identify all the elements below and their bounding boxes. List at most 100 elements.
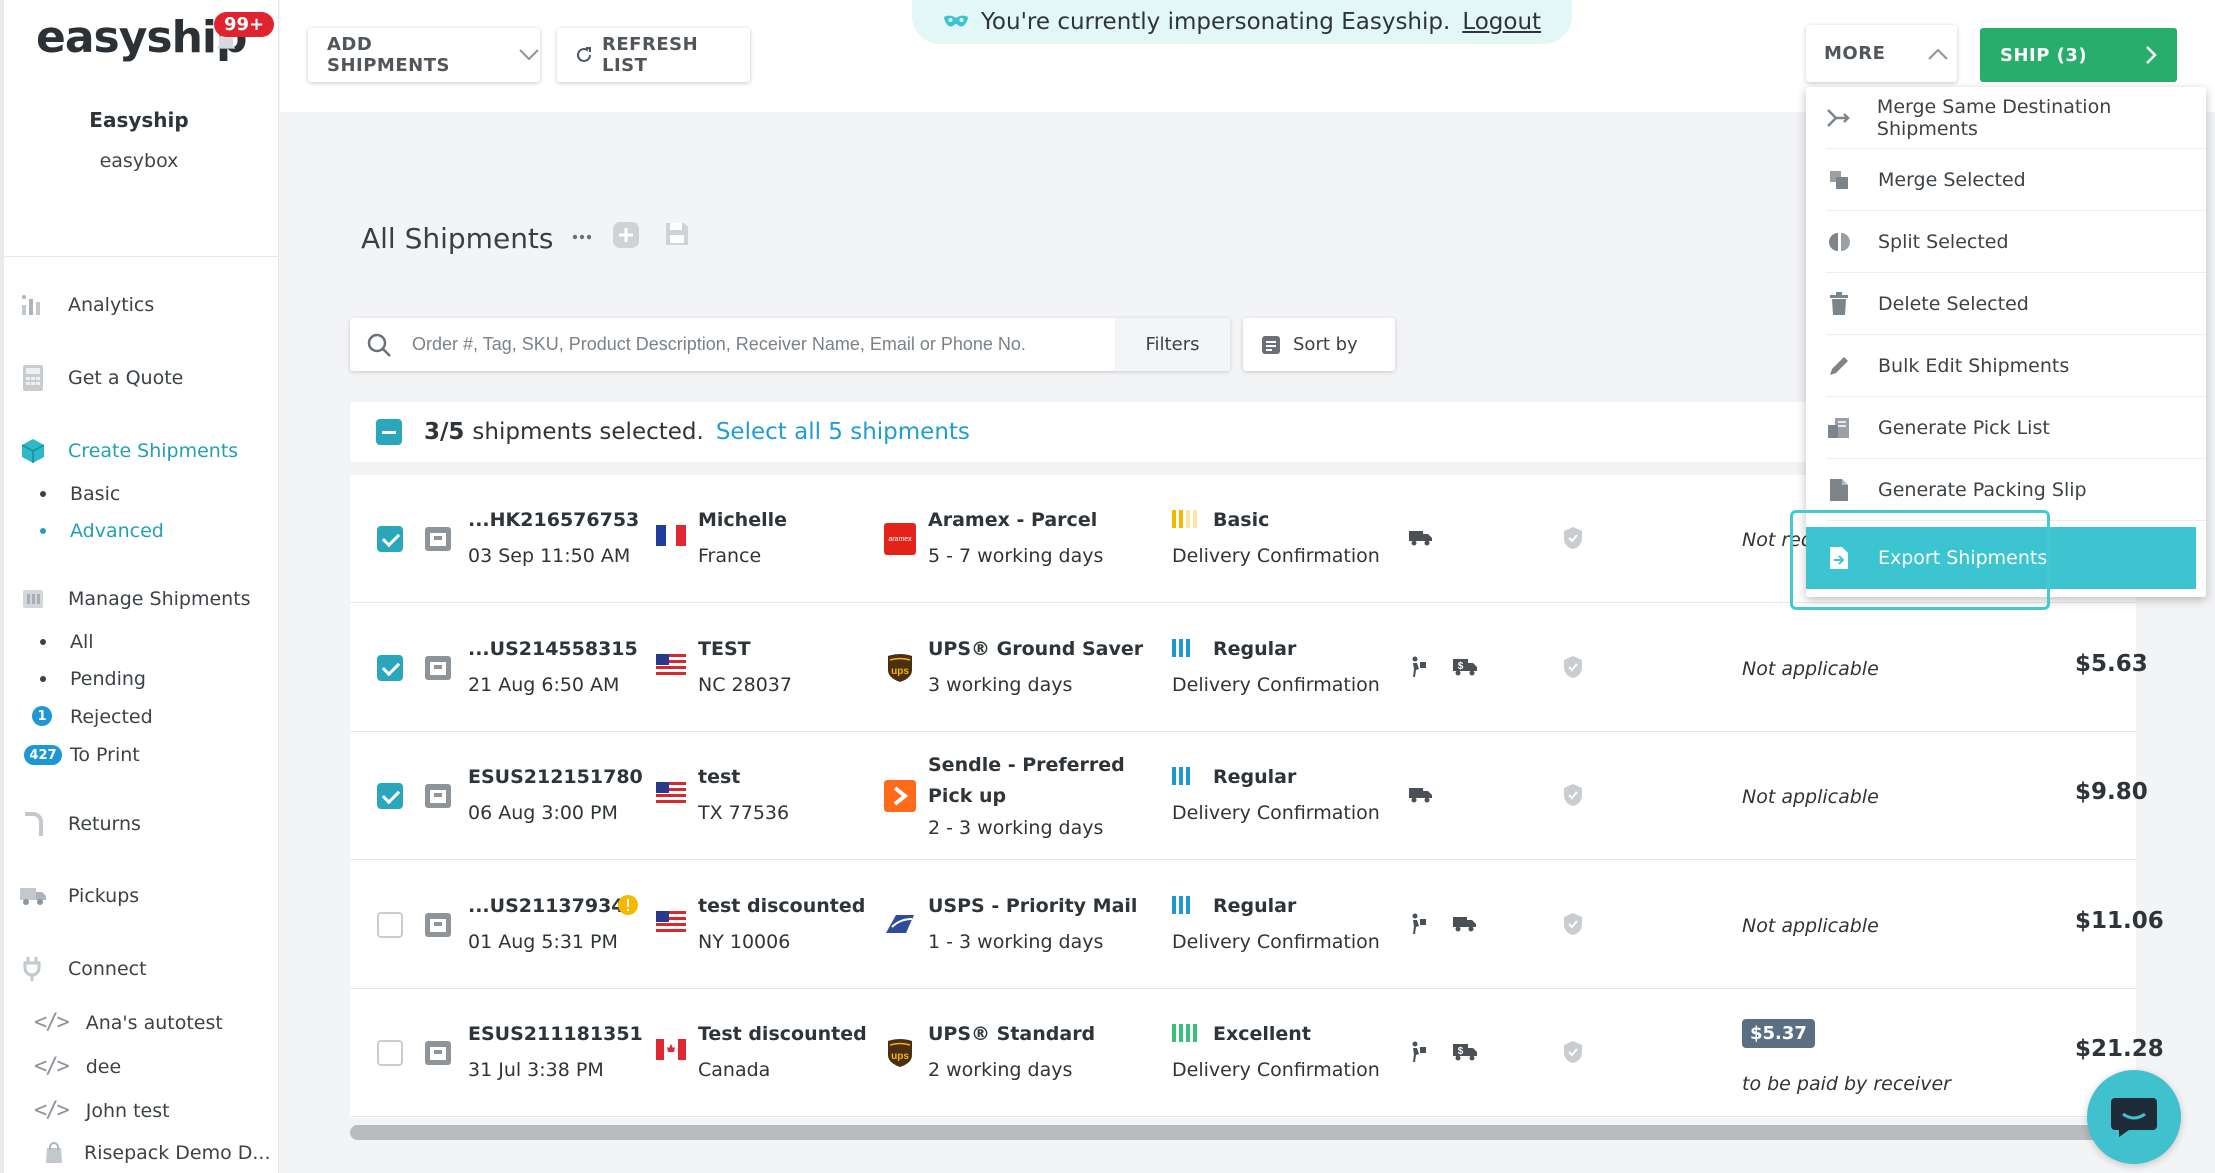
sidebar-sub-all[interactable]: All: [40, 631, 94, 653]
row-checkbox[interactable]: [377, 526, 403, 552]
deselect-all-checkbox[interactable]: [376, 419, 402, 445]
courier-name[interactable]: USPS - Priority Mail: [928, 895, 1137, 917]
menu-label: Split Selected: [1878, 231, 2009, 253]
add-view-icon[interactable]: [612, 221, 640, 249]
delivery-confirmation: Delivery Confirmation: [1172, 930, 1380, 953]
select-all-link[interactable]: Select all 5 shipments: [716, 419, 970, 445]
insurance-shield-icon[interactable]: [1562, 783, 1584, 807]
table-row[interactable]: ...US211379346 01 Aug 5:31 PM test discoun…: [350, 861, 2164, 989]
menu-generate-pick-list[interactable]: Generate Pick List: [1806, 397, 2206, 459]
ups-logo-icon: ups: [888, 1039, 912, 1067]
notification-badge[interactable]: 99+: [214, 12, 275, 37]
insurance-shield-icon[interactable]: [1562, 1040, 1584, 1064]
menu-merge-same-destination[interactable]: Merge Same Destination Shipments: [1806, 87, 2206, 149]
courier-name[interactable]: UPS® Ground Saver: [928, 638, 1143, 660]
transit-time: 1 - 3 working days: [928, 930, 1104, 953]
chevron-right-icon: [2145, 45, 2157, 65]
sidebar-sub-pending[interactable]: Pending: [40, 668, 146, 690]
sidebar-item-get-a-quote[interactable]: Get a Quote: [18, 363, 183, 393]
sidebar-item-manage-shipments[interactable]: Manage Shipments: [18, 584, 251, 614]
receiver-name: test discounted: [698, 894, 866, 917]
sort-by-button[interactable]: Sort by: [1243, 318, 1395, 371]
table-row[interactable]: ESUS212151780 06 Aug 3:00 PM test TX 77536 S…: [350, 732, 2148, 860]
connection-item[interactable]: </> John test: [34, 1098, 170, 1123]
connection-item[interactable]: </> Ana's autotest: [34, 1010, 223, 1035]
svg-text:ups: ups: [891, 1051, 909, 1062]
connection-item[interactable]: </> dee: [34, 1054, 121, 1079]
insurance-shield-icon[interactable]: [1562, 912, 1584, 936]
add-shipments-label: ADD SHIPMENTS: [327, 34, 450, 76]
search-input[interactable]: [412, 318, 1062, 371]
sidebar-sub-advanced[interactable]: Advanced: [40, 520, 164, 542]
menu-label: Delete Selected: [1878, 293, 2029, 315]
courier-name[interactable]: Sendle - Preferred Pick up: [928, 750, 1148, 812]
sidebar-sub-rejected[interactable]: Rejected: [40, 706, 153, 728]
connection-label: dee: [85, 1055, 122, 1078]
table-row[interactable]: ESUS211181351 31 Jul 3:38 PM Test discount…: [350, 989, 2164, 1117]
courier-name[interactable]: UPS® Standard: [928, 1023, 1095, 1045]
add-shipments-button[interactable]: ADD SHIPMENTS: [308, 28, 540, 82]
sidebar-item-connect[interactable]: Connect: [18, 954, 147, 984]
shipment-price: $9.80: [2075, 779, 2148, 805]
ship-button[interactable]: SHIP (3): [1980, 28, 2177, 82]
menu-bulk-edit[interactable]: Bulk Edit Shipments: [1806, 335, 2206, 397]
sidebar-item-label: Pickups: [68, 885, 140, 907]
sidebar-sub-basic[interactable]: Basic: [40, 483, 120, 505]
connection-item[interactable]: Risepack Demo D...: [44, 1142, 271, 1164]
drop-off-icon: [1412, 656, 1426, 677]
insurance-shield-icon[interactable]: [1562, 655, 1584, 679]
chevron-up-icon: [1927, 47, 1949, 61]
delivery-rating: Basic: [1213, 509, 1270, 531]
table-row[interactable]: ...US214558315 21 Aug 6:50 AM TEST NC 28037…: [350, 604, 2148, 732]
menu-delete-selected[interactable]: Delete Selected: [1806, 273, 2206, 335]
france-flag-icon: [656, 525, 686, 546]
more-options-icon[interactable]: [572, 233, 592, 241]
sidebar-item-analytics[interactable]: Analytics: [18, 290, 154, 320]
more-button[interactable]: MORE: [1806, 25, 1957, 82]
rejected-count-badge: 1: [32, 706, 52, 726]
row-checkbox[interactable]: [377, 1040, 403, 1066]
page-title: All Shipments: [361, 222, 554, 255]
tax-duty-text: Not applicable: [1742, 657, 1879, 680]
shipment-id[interactable]: ESUS211181351: [468, 1023, 643, 1045]
merge-icon: [1824, 169, 1854, 191]
row-checkbox[interactable]: [377, 654, 403, 681]
menu-split-selected[interactable]: Split Selected: [1806, 211, 2206, 273]
tax-amount-tag: $5.37: [1742, 1019, 1815, 1048]
insurance-shield-icon[interactable]: [1562, 526, 1584, 550]
filters-button[interactable]: Filters: [1115, 318, 1230, 371]
warning-icon: [617, 894, 639, 916]
trash-icon: [1824, 292, 1854, 316]
logout-link[interactable]: Logout: [1462, 9, 1541, 35]
row-checkbox[interactable]: [377, 783, 403, 809]
horizontal-scrollbar[interactable]: [350, 1125, 2136, 1140]
focus-highlight: [1790, 510, 2050, 610]
pencil-icon: [1824, 354, 1854, 378]
pick-list-icon: [1824, 417, 1854, 439]
delivery-confirmation: Delivery Confirmation: [1172, 1059, 1380, 1081]
sidebar-item-pickups[interactable]: Pickups: [18, 881, 139, 911]
more-label: MORE: [1824, 43, 1886, 64]
page-title-text: All Shipments: [361, 222, 554, 255]
shipment-id[interactable]: ...US211379346: [468, 895, 638, 917]
selected-count: 3/5: [424, 419, 465, 445]
courier-name[interactable]: Aramex - Parcel: [928, 509, 1097, 531]
save-view-icon[interactable]: [664, 221, 690, 247]
package-icon: [424, 655, 452, 681]
shipment-id[interactable]: ...HK216576753: [468, 509, 639, 531]
refresh-list-button[interactable]: REFRESH LIST: [557, 28, 750, 82]
delivery-rating: Regular: [1213, 766, 1297, 788]
menu-merge-selected[interactable]: Merge Selected: [1806, 149, 2206, 211]
receiver-location: TX 77536: [698, 802, 790, 824]
receiver-location: NC 28037: [698, 673, 792, 696]
ship-label: SHIP (3): [2000, 44, 2088, 66]
sidebar-item-returns[interactable]: Returns: [18, 809, 141, 839]
delivery-confirmation: Delivery Confirmation: [1172, 802, 1380, 824]
shipment-id[interactable]: ESUS212151780: [468, 766, 643, 788]
aramex-logo-icon: aramex: [884, 523, 916, 555]
row-checkbox[interactable]: [377, 911, 403, 938]
sidebar-item-create-shipments[interactable]: Create Shipments: [18, 436, 238, 466]
chat-widget-button[interactable]: [2087, 1070, 2181, 1164]
receiver-location: Canada: [698, 1059, 771, 1081]
shipment-id[interactable]: ...US214558315: [468, 638, 638, 660]
